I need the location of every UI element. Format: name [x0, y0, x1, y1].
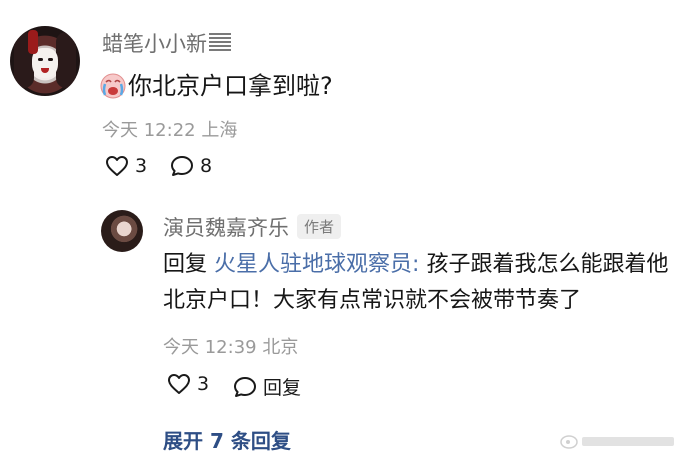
avatar[interactable]: [10, 26, 80, 96]
comment-meta: 今天 12:22 上海: [102, 116, 237, 142]
weibo-watermark-icon: [560, 435, 674, 449]
heart-icon: [106, 156, 128, 176]
heart-icon: [168, 374, 190, 394]
reply-text: 回复 火星人驻地球观察员: 孩子跟着我怎么能跟着他北京户口！大家有点常识就不会被…: [163, 247, 683, 319]
comment-bubble-icon: [234, 376, 256, 397]
author-badge: 作者: [297, 214, 342, 239]
username-text[interactable]: 蜡笔小小新: [102, 32, 207, 56]
comment-time: 今天 12:22: [102, 120, 196, 141]
decoration-lines-icon: [209, 33, 231, 53]
reply-meta: 今天 12:39 北京: [163, 333, 298, 359]
reply-time: 今天 12:39: [163, 337, 257, 358]
reply-button[interactable]: 回复: [233, 373, 301, 400]
reply-button-label: 回复: [263, 377, 302, 399]
reply-count-button[interactable]: 8: [170, 155, 212, 177]
expand-replies-link[interactable]: 展开 7 条回复: [163, 425, 291, 454]
like-button[interactable]: 3: [105, 155, 147, 177]
reply-like-button[interactable]: 3: [167, 373, 209, 395]
watermark: [560, 432, 680, 454]
reply-prefix: 回复: [163, 252, 208, 277]
comment-location: 上海: [201, 120, 238, 141]
comment-username[interactable]: 蜡笔小小新: [102, 28, 231, 58]
reply-count: 8: [200, 155, 213, 177]
reply-header: 演员魏嘉齐乐 作者: [163, 212, 342, 242]
reply-like-count: 3: [197, 373, 210, 395]
reply-username[interactable]: 演员魏嘉齐乐: [163, 216, 289, 240]
like-count: 3: [135, 155, 148, 177]
comment-body: 你北京户口拿到啦?: [128, 72, 333, 100]
comment-bubble-icon: [171, 156, 193, 176]
comment-text: 你北京户口拿到啦?: [100, 66, 333, 101]
reply-avatar[interactable]: [101, 210, 143, 252]
reply-location: 北京: [262, 337, 299, 358]
mention-link[interactable]: 火星人驻地球观察员:: [214, 252, 419, 277]
crying-face-emoji-icon: [100, 73, 126, 99]
